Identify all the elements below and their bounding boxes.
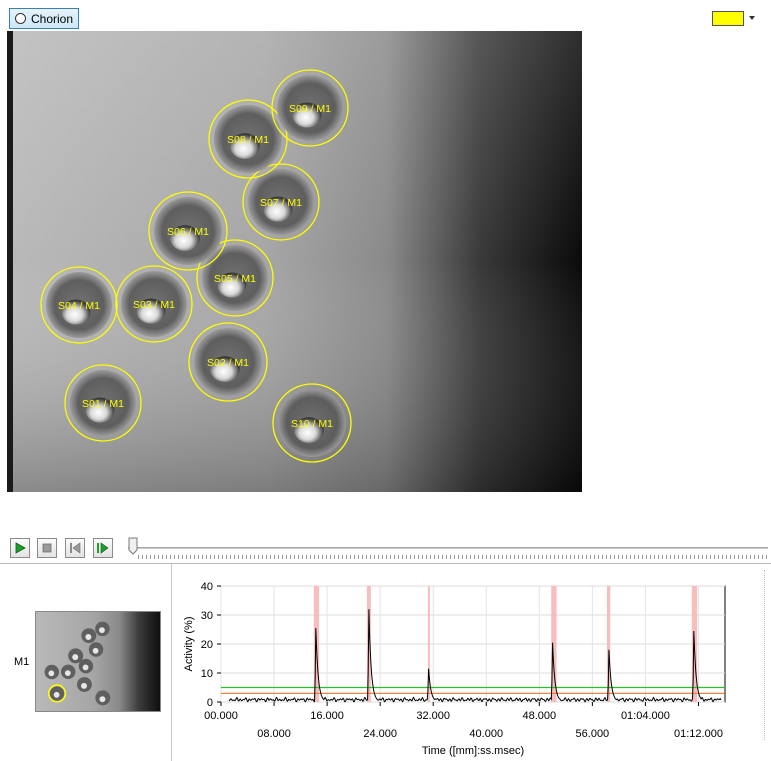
- x-tick-label-lower: 56.000: [576, 728, 610, 740]
- thumbnail-yolk: [85, 633, 92, 640]
- roi-label: S04 / M1: [58, 300, 100, 312]
- roi-2[interactable]: S02 / M1: [188, 322, 268, 402]
- roi-label: S07 / M1: [260, 197, 302, 209]
- x-axis-title: Time ([mm]:ss.msec): [422, 745, 524, 757]
- thumbnail-yolk: [99, 627, 105, 634]
- x-tick-label-lower: 40.000: [469, 728, 503, 740]
- y-tick-label: 10: [201, 668, 213, 680]
- step-forward-icon: [97, 542, 109, 554]
- playback-controls: [0, 533, 771, 563]
- roi-9[interactable]: S09 / M1: [271, 69, 349, 147]
- chart-right-scroll-strip[interactable]: [764, 570, 771, 740]
- x-tick-label-upper: 16.000: [310, 710, 344, 722]
- roi-label: S10 / M1: [291, 418, 333, 430]
- y-tick-label: 0: [207, 697, 213, 709]
- video-thumbnail[interactable]: [35, 611, 161, 712]
- thumbnail-yolk: [72, 654, 79, 661]
- play-button[interactable]: [10, 538, 30, 558]
- row-label: M1: [14, 656, 30, 668]
- x-tick-label-lower: 01:12.000: [674, 728, 723, 740]
- roi-label: S01 / M1: [82, 398, 124, 410]
- slider-thumb-icon: [128, 537, 138, 555]
- activity-chart-svg: 0 10 20 30 40 00.000 16.000 32.000 48.000 01:04.0…: [183, 581, 726, 757]
- step-back-button[interactable]: [65, 538, 85, 558]
- thumbnail-canvas: [36, 612, 160, 711]
- x-tick-label-upper: 32.000: [416, 710, 450, 722]
- thumbnail-yolk: [80, 682, 87, 689]
- roi-label: S02 / M1: [207, 357, 249, 369]
- roi-1[interactable]: S01 / M1: [64, 364, 142, 442]
- x-tick-label-upper: 00.000: [204, 710, 238, 722]
- x-tick-label-upper: 48.000: [522, 710, 556, 722]
- roi-label: S03 / M1: [133, 299, 175, 311]
- chorion-layer-label: Chorion: [31, 11, 74, 26]
- thumbnail-yolk: [99, 696, 106, 703]
- x-tick-label-lower: 08.000: [257, 728, 291, 740]
- roi-label: S06 / M1: [167, 226, 209, 238]
- y-tick-label: 20: [201, 639, 213, 651]
- overlay-color-picker[interactable]: [712, 10, 758, 26]
- radio-circle-icon: [15, 13, 26, 24]
- step-forward-button[interactable]: [93, 538, 113, 558]
- toolbar: Chorion: [0, 0, 771, 32]
- chart-layer: 0 10 20 30 40 00.000 16.000 32.000 48.000 01:04.0…: [183, 581, 726, 757]
- dropdown-caret-icon: [749, 16, 755, 20]
- activity-chart[interactable]: 0 10 20 30 40 00.000 16.000 32.000 48.000 01:04.0…: [175, 570, 771, 761]
- x-tick-label-upper: 01:04.000: [621, 710, 670, 722]
- y-axis-title: Activity (%): [183, 617, 195, 672]
- roi-label: S08 / M1: [227, 134, 269, 146]
- timeline-slider-track[interactable]: [128, 547, 768, 549]
- roi-label: S05 / M1: [214, 273, 256, 285]
- thumbnail-yolk: [64, 670, 71, 677]
- activity-panel-split: [171, 564, 172, 761]
- chorion-layer-button[interactable]: Chorion: [9, 8, 79, 29]
- thumbnail-yolk: [53, 691, 60, 698]
- thumbnail-yolk: [48, 670, 55, 677]
- play-icon: [15, 542, 26, 554]
- roi-label: S09 / M1: [289, 103, 331, 115]
- y-tick-label: 40: [201, 581, 213, 593]
- step-back-icon: [70, 542, 81, 554]
- thumbnail-yolk: [82, 664, 89, 671]
- timeline-slider-thumb[interactable]: [128, 537, 138, 555]
- roi-3[interactable]: S03 / M1: [115, 265, 193, 343]
- timeline-slider-ticks: [138, 555, 768, 559]
- roi-8[interactable]: S08 / M1: [208, 99, 288, 179]
- roi-4[interactable]: S04 / M1: [40, 266, 118, 344]
- app-window: Chorion S01 / M1 S02 / M1 S03 / M1 S04 /…: [0, 0, 771, 761]
- y-tick-label: 30: [201, 610, 213, 622]
- video-canvas: S01 / M1 S02 / M1 S03 / M1 S04 / M1 S05 / M1…: [7, 31, 582, 492]
- roi-7[interactable]: S07 / M1: [242, 163, 320, 241]
- roi-10[interactable]: S10 / M1: [272, 383, 352, 463]
- video-left-edge: [7, 31, 13, 492]
- video-frame[interactable]: S01 / M1 S02 / M1 S03 / M1 S04 / M1 S05 / M1…: [7, 31, 582, 492]
- color-swatch: [712, 10, 744, 26]
- roi-6[interactable]: S06 / M1: [148, 191, 228, 271]
- x-tick-label-lower: 24.000: [363, 728, 397, 740]
- stop-button[interactable]: [37, 538, 57, 558]
- stop-icon: [42, 543, 52, 553]
- thumbnail-yolk: [92, 647, 99, 654]
